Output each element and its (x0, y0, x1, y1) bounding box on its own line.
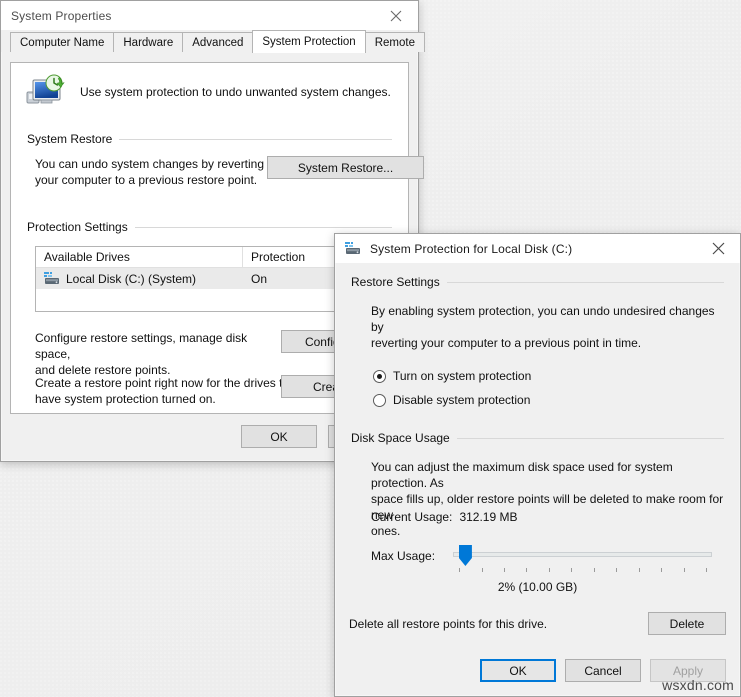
create-description-line2: have system protection turned on. (35, 392, 216, 406)
system-properties-titlebar: System Properties (1, 1, 418, 30)
system-restore-description-line2: your computer to a previous restore poin… (35, 173, 258, 187)
system-protection-icon (26, 74, 65, 104)
slider-track[interactable] (453, 552, 712, 557)
protection-settings-group-header: Protection Settings (27, 220, 392, 234)
disk-space-group-label: Disk Space Usage (351, 431, 450, 445)
group-divider-line (119, 138, 392, 140)
max-usage-value: 2% (10.00 GB) (497, 580, 578, 594)
max-usage-slider[interactable] (453, 544, 712, 573)
system-properties-title: System Properties (11, 8, 112, 23)
configure-description: Configure restore settings, manage disk … (35, 330, 280, 378)
watermark: wsxdn.com (662, 677, 734, 693)
delete-description: Delete all restore points for this drive… (349, 616, 548, 631)
current-usage-value: 312.19 MB (459, 510, 518, 524)
disk-space-description: You can adjust the maximum disk space us… (371, 459, 726, 539)
delete-row: Delete all restore points for this drive… (349, 612, 726, 635)
create-description: Create a restore point right now for the… (35, 375, 310, 407)
ok-button[interactable]: OK (480, 659, 556, 682)
hard-disk-icon (345, 242, 360, 254)
ok-button[interactable]: OK (241, 425, 317, 448)
restore-settings-group-label: Restore Settings (351, 275, 440, 289)
close-icon (712, 242, 724, 255)
radio-disable-system-protection[interactable]: Disable system protection (373, 393, 724, 407)
slider-ticks (453, 568, 712, 573)
disk-space-group-header: Disk Space Usage (351, 431, 724, 445)
radio-on-icon (373, 369, 386, 383)
group-divider-line (446, 281, 724, 283)
protection-radio-group: Turn on system protection Disable system… (373, 369, 724, 407)
system-restore-button[interactable]: System Restore... (267, 156, 424, 179)
group-divider-line (134, 226, 392, 228)
create-description-line1: Create a restore point right now for the… (35, 376, 300, 390)
slider-thumb[interactable] (458, 545, 472, 566)
tab-computer-name[interactable]: Computer Name (10, 32, 115, 52)
drive-name-cell: Local Disk (C:) (System) (36, 272, 243, 286)
disk-space-description-line1: You can adjust the maximum disk space us… (371, 460, 673, 490)
radio-turn-on-system-protection[interactable]: Turn on system protection (373, 369, 724, 383)
group-divider-line (456, 437, 724, 439)
system-restore-description: You can undo system changes by reverting… (35, 156, 270, 188)
restore-settings-group-header: Restore Settings (351, 275, 724, 289)
delete-button[interactable]: Delete (648, 612, 726, 635)
protection-dialog-title: System Protection for Local Disk (C:) (370, 241, 573, 256)
configure-description-line1: Configure restore settings, manage disk … (35, 331, 248, 361)
current-usage-label: Current Usage: (371, 510, 453, 524)
protection-dialog-titlebar: System Protection for Local Disk (C:) (335, 234, 740, 263)
restore-settings-description-line1: By enabling system protection, you can u… (371, 304, 715, 334)
current-usage-row: Current Usage: 312.19 MB (371, 508, 731, 526)
tab-strip: Computer Name Hardware Advanced System P… (1, 30, 425, 53)
tab-remote[interactable]: Remote (364, 32, 425, 52)
system-restore-group-label: System Restore (27, 132, 113, 146)
system-protection-dialog: System Protection for Local Disk (C:) Re… (334, 233, 741, 697)
tab-hardware[interactable]: Hardware (113, 32, 184, 52)
drive-name-text: Local Disk (C:) (System) (66, 271, 197, 286)
radio-off-icon (373, 393, 386, 407)
hero-row: Use system protection to undo unwanted s… (11, 63, 408, 110)
protection-settings-group-label: Protection Settings (27, 220, 128, 234)
close-button[interactable] (374, 1, 418, 30)
hard-disk-icon (44, 272, 59, 284)
max-usage-label: Max Usage: (371, 549, 436, 563)
close-icon (390, 10, 402, 21)
radio-disable-label: Disable system protection (393, 393, 531, 407)
system-restore-row: You can undo system changes by reverting… (27, 156, 424, 198)
max-usage-row: Max Usage: (371, 544, 728, 573)
restore-settings-description: By enabling system protection, you can u… (371, 303, 724, 351)
cancel-button[interactable]: Cancel (565, 659, 641, 682)
radio-turn-on-label: Turn on system protection (393, 369, 532, 383)
system-restore-description-line1: You can undo system changes by reverting (35, 157, 265, 171)
close-button[interactable] (696, 234, 740, 263)
tab-advanced[interactable]: Advanced (182, 32, 254, 52)
restore-settings-description-line2: reverting your computer to a previous po… (371, 336, 642, 350)
hero-text: Use system protection to undo unwanted s… (80, 85, 391, 99)
system-restore-group-header: System Restore (27, 132, 392, 146)
tab-system-protection[interactable]: System Protection (252, 30, 366, 53)
column-header-available-drives[interactable]: Available Drives (36, 247, 243, 268)
